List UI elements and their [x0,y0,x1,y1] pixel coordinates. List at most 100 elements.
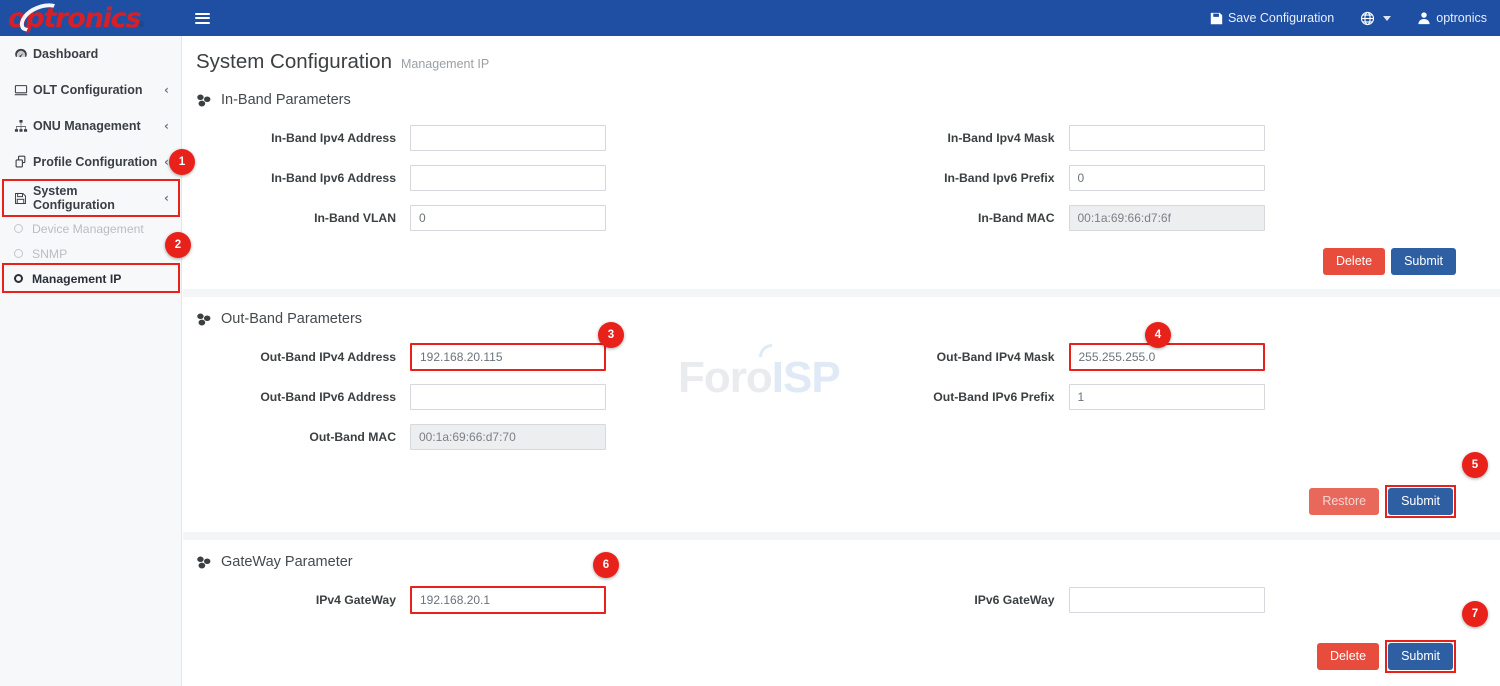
gateway-fields-grid: IPv4 GateWay IPv6 GateWay [183,580,1500,620]
annotation-badge-5: 5 [1462,452,1488,478]
page-title: System Configuration [196,50,392,74]
field-row-outband-ipv6-address: Out-Band IPv6 Address [183,377,842,417]
sidebar-item-label: OLT Configuration [33,83,160,97]
field-row-ipv6-gateway: IPv6 GateWay [842,580,1500,620]
circle-bullet-icon [14,224,23,233]
gateway-delete-button[interactable]: Delete [1317,643,1379,670]
panel-divider [183,289,1500,297]
inband-submit-button[interactable]: Submit [1391,248,1456,275]
menu-toggle-button[interactable] [182,0,222,36]
field-row-inband-mac: In-Band MAC [842,198,1500,238]
annotation-badge-1: 1 [169,149,195,175]
out-band-panel: Out-Band Parameters Out-Band IPv4 Addres… [183,297,1500,532]
in-band-fields-grid: In-Band Ipv4 Address In-Band Ipv4 Mask I… [183,118,1500,238]
ipv4-gateway-input[interactable] [410,586,606,614]
field-row-spacer [842,417,1500,457]
field-row-ipv4-gateway: IPv4 GateWay [183,580,842,620]
top-navbar: optronics ® Save Configuration [0,0,1500,36]
outband-ipv4-address-input[interactable] [410,343,606,371]
ipv6-gateway-input[interactable] [1069,587,1265,613]
sidebar-item-label: Dashboard [33,47,165,61]
sidebar-item-profile-configuration[interactable]: Profile Configuration ‹ [0,144,181,180]
field-row-inband-ipv6-prefix: In-Band Ipv6 Prefix [842,158,1500,198]
field-label: Out-Band IPv4 Mask [852,350,1069,364]
field-label: Out-Band IPv6 Prefix [852,390,1069,404]
outband-restore-button[interactable]: Restore [1309,488,1379,515]
field-row-outband-mac: Out-Band MAC [183,417,842,457]
field-row-outband-ipv4-address: Out-Band IPv4 Address [183,337,842,377]
sidebar: Dashboard OLT Configuration ‹ ONU Manage… [0,36,182,686]
sidebar-item-label: System Configuration [33,184,160,212]
sidebar-item-olt-configuration[interactable]: OLT Configuration ‹ [0,72,181,108]
main-content: ForoISP System Configuration Management … [183,36,1500,686]
sidebar-subitem-label: Device Management [32,222,144,236]
chevron-left-icon: ‹ [164,119,169,133]
chevron-left-icon: ‹ [164,191,169,205]
annotation-badge-3: 3 [598,322,624,348]
cubes-icon [196,93,212,108]
field-label: IPv4 GateWay [193,593,410,607]
sidebar-item-label: Profile Configuration [33,155,160,169]
user-menu[interactable]: optronics [1404,0,1500,36]
inband-ipv4-mask-input[interactable] [1069,125,1265,151]
brand-logo[interactable]: optronics ® [0,0,182,36]
field-label: In-Band Ipv4 Mask [852,131,1069,145]
field-label: IPv6 GateWay [852,593,1069,607]
inband-ipv6-address-input[interactable] [410,165,606,191]
gateway-submit-button[interactable]: Submit [1388,643,1453,670]
sidebar-item-dashboard[interactable]: Dashboard [0,36,181,72]
sidebar-item-system-configuration[interactable]: System Configuration ‹ [0,180,181,216]
save-configuration-button[interactable]: Save Configuration [1197,0,1347,36]
gateway-panel: GateWay Parameter IPv4 GateWay IPv6 Gate… [183,540,1500,686]
outband-ipv6-prefix-input[interactable] [1069,384,1265,410]
copy-icon [14,155,33,169]
field-row-inband-vlan: In-Band VLAN [183,198,842,238]
sidebar-subitem-snmp[interactable]: SNMP [0,241,181,266]
annotation-badge-4: 4 [1145,322,1171,348]
sidebar-item-onu-management[interactable]: ONU Management ‹ [0,108,181,144]
highlight-outband-submit: Submit [1385,485,1456,518]
cubes-icon [196,312,212,327]
inband-ipv6-prefix-input[interactable] [1069,165,1265,191]
chevron-down-icon [1383,16,1391,21]
highlight-gateway-submit: Submit [1385,640,1456,673]
topnav-right-group: Save Configuration optro [1197,0,1500,36]
sidebar-subitem-label: Management IP [32,272,121,286]
sidebar-subitem-device-management[interactable]: Device Management [0,216,181,241]
logo-registered-mark: ® [138,20,144,29]
outband-ipv6-address-input[interactable] [410,384,606,410]
hamburger-icon [195,10,210,26]
inband-mac-input [1069,205,1265,231]
inband-ipv4-address-input[interactable] [410,125,606,151]
field-label: In-Band Ipv6 Address [193,171,410,185]
globe-icon [1360,11,1375,26]
out-band-fields-grid: Out-Band IPv4 Address Out-Band IPv4 Mask… [183,337,1500,457]
circle-bullet-icon [14,249,23,258]
out-band-panel-title: Out-Band Parameters [221,311,362,327]
save-disk-icon [14,192,33,205]
breadcrumb: Management IP [401,57,489,74]
user-icon [1417,11,1431,25]
outband-mac-input [410,424,606,450]
field-label: Out-Band IPv6 Address [193,390,410,404]
outband-submit-button[interactable]: Submit [1388,488,1453,515]
inband-delete-button[interactable]: Delete [1323,248,1385,275]
monitor-icon [14,83,33,97]
sidebar-item-label: ONU Management [33,119,160,133]
out-band-button-row: Restore Submit [183,457,1500,532]
floppy-save-icon [1210,12,1223,25]
inband-vlan-input[interactable] [410,205,606,231]
annotation-badge-6: 6 [593,552,619,578]
outband-ipv4-mask-input[interactable] [1069,343,1265,371]
gateway-panel-title: GateWay Parameter [221,554,353,570]
dashboard-icon [14,47,33,61]
field-label: Out-Band MAC [193,430,410,444]
field-label: In-Band Ipv6 Prefix [852,171,1069,185]
circle-bullet-icon [14,274,23,283]
field-row-inband-ipv4-address: In-Band Ipv4 Address [183,118,842,158]
field-label: Out-Band IPv4 Address [193,350,410,364]
language-selector[interactable] [1347,0,1404,36]
gateway-button-row: Delete Submit [183,620,1500,686]
sidebar-subitem-management-ip[interactable]: Management IP [0,266,181,291]
field-row-outband-ipv6-prefix: Out-Band IPv6 Prefix [842,377,1500,417]
